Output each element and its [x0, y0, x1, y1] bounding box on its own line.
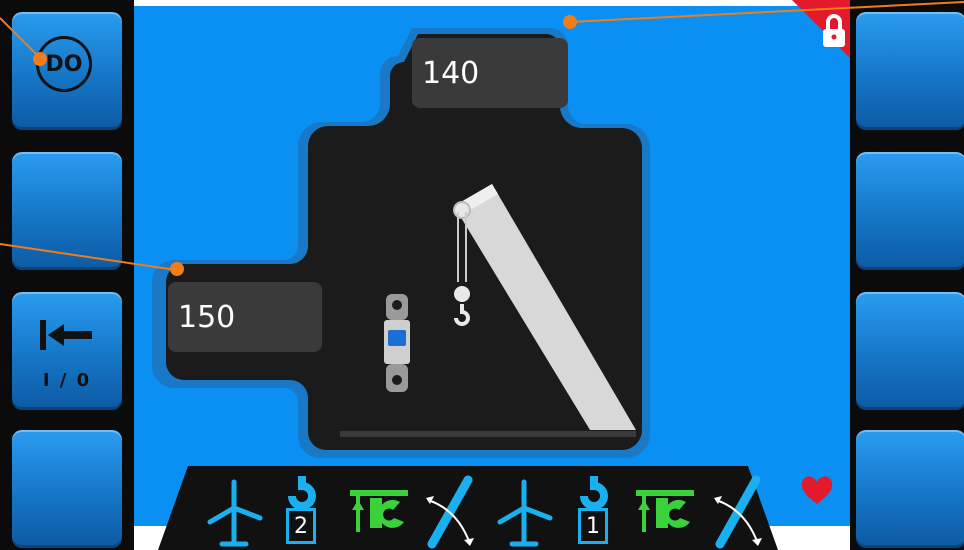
annotation-lines: [0, 1, 964, 271]
annotation-dot: [170, 262, 184, 276]
crane-display: DO I / 0 140 150 2 1: [0, 0, 964, 550]
annotation-dot: [563, 15, 577, 29]
annotation-dot: [33, 52, 47, 66]
